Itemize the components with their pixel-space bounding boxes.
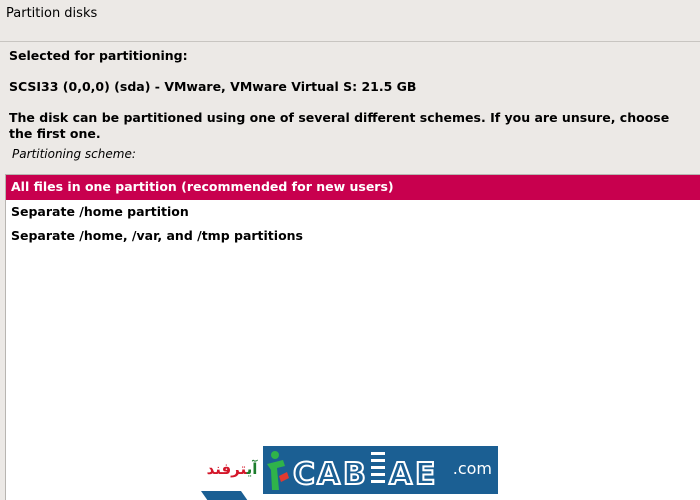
- main-content: Selected for partitioning: SCSI33 (0,0,0…: [0, 43, 700, 500]
- watermark-tail-shape: [201, 491, 248, 500]
- scheme-description: The disk can be partitioned using one of…: [9, 110, 670, 141]
- svg-text:A: A: [389, 457, 413, 492]
- disk-info: SCSI33 (0,0,0) (sda) - VMware, VMware Vi…: [9, 79, 417, 94]
- scheme-option-separate-home[interactable]: Separate /home partition: [6, 200, 700, 225]
- watermark-logo-icon: iTrickz C A B A E: [267, 451, 437, 493]
- scheme-option-all-in-one[interactable]: All files in one partition (recommended …: [6, 175, 700, 200]
- svg-text:A: A: [317, 457, 341, 492]
- svg-text:B: B: [343, 457, 366, 492]
- partitioning-scheme-label: Partitioning scheme:: [12, 147, 136, 161]
- watermark-brand-block: iTrickz C A B A E .com: [263, 446, 498, 494]
- selected-heading: Selected for partitioning:: [9, 48, 188, 63]
- installer-window: Partition disks Selected for partitionin…: [0, 0, 700, 500]
- scheme-option-separate-home-var-tmp[interactable]: Separate /home, /var, and /tmp partition…: [6, 224, 700, 249]
- watermark-domain-suffix: .com: [452, 459, 492, 478]
- svg-text:C: C: [293, 457, 315, 492]
- watermark-persian-text: آیترفند: [201, 446, 263, 494]
- title-bar: Partition disks: [0, 0, 700, 42]
- page-title: Partition disks: [6, 6, 98, 21]
- svg-text:E: E: [415, 457, 436, 492]
- watermark-persian-green: آی: [246, 460, 258, 478]
- watermark-persian-red: ترفند: [206, 460, 247, 478]
- watermark-logo: آیترفند iTrickz C A B A E .com: [201, 446, 498, 500]
